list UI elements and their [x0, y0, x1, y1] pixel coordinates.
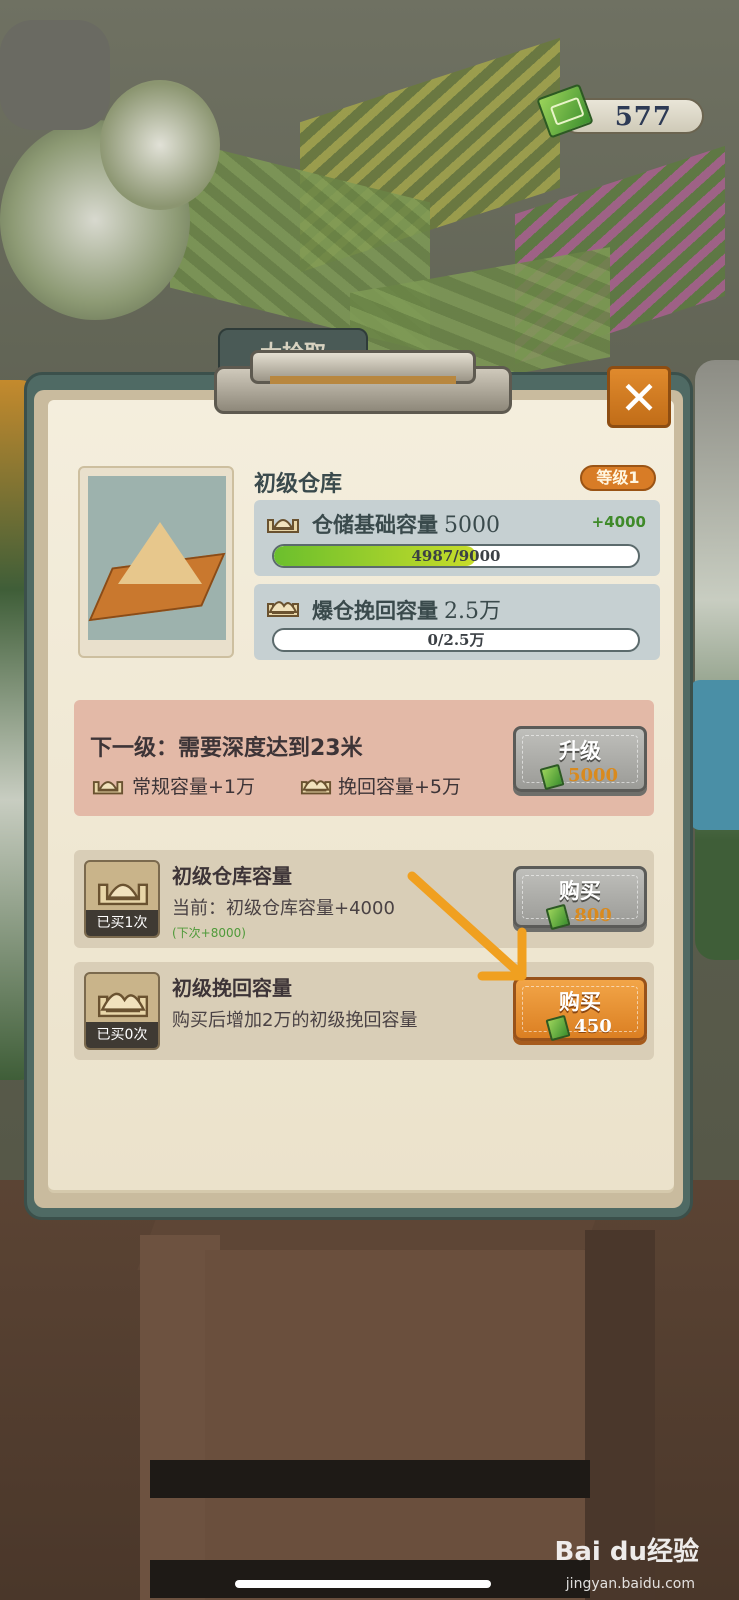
buy-price: 450	[574, 1016, 612, 1037]
upgrade-price: 5000	[567, 765, 619, 786]
stat-value: 2.5万	[444, 599, 501, 624]
upgrade-label: 升级	[559, 739, 601, 763]
sand-pile	[118, 522, 202, 584]
pile-icon	[267, 519, 299, 533]
dig-block-front	[205, 1250, 585, 1600]
overflow-progress-bar: 0/2.5万	[272, 628, 640, 652]
home-indicator[interactable]	[235, 1580, 491, 1588]
arrow-pointer-icon	[407, 871, 527, 981]
stat-base-capacity: 仓储基础容量 5000 +4000 4987/9000	[254, 500, 660, 576]
cash-icon	[539, 763, 565, 790]
clipboard-clip-band	[270, 376, 456, 384]
rock	[0, 20, 110, 130]
stat-value: 5000	[444, 513, 500, 538]
next-level-requirement: 下一级：需要深度达到23米	[90, 736, 363, 761]
capacity-progress-bar: 4987/9000	[272, 544, 640, 568]
progress-text: 0/2.5万	[427, 631, 485, 649]
shop-item-name: 初级挽回容量	[172, 976, 292, 1000]
close-icon: ✕	[619, 371, 659, 425]
warehouse-image	[78, 466, 234, 658]
shop-item-desc: 购买后增加2万的初级挽回容量	[172, 1010, 418, 1031]
shop-item-next: (下次+8000)	[172, 926, 246, 940]
shop-item-thumb: 已买0次	[84, 972, 160, 1050]
warehouse-illustration	[88, 476, 226, 640]
stat-label: 爆仓挽回容量 2.5万	[312, 599, 501, 624]
shop-item-name: 初级仓库容量	[172, 864, 292, 888]
pile-icon	[97, 883, 149, 906]
stat-bonus: +4000	[591, 513, 646, 531]
snowy-tree-right	[695, 360, 739, 960]
baidu-watermark-url: jingyan.baidu.com	[565, 1576, 695, 1592]
progress-text: 4987/9000	[411, 547, 501, 565]
cash-icon	[545, 1014, 571, 1041]
pile-icon	[92, 781, 124, 795]
currency-value: 577	[614, 102, 672, 132]
warehouse-name: 初级仓库	[254, 472, 343, 497]
next-benefit-overflow: 挽回容量+5万	[338, 776, 462, 798]
next-benefit-capacity: 常规容量+1万	[132, 776, 256, 798]
buy-price: 800	[574, 905, 612, 926]
pond	[690, 680, 739, 830]
overflow-pile-icon	[97, 992, 149, 1018]
upgrade-button[interactable]: 升级 5000	[513, 726, 647, 792]
dig-block-stripe	[150, 1460, 590, 1498]
purchase-count: 已买1次	[86, 910, 158, 936]
stat-label: 仓储基础容量 5000	[312, 513, 500, 538]
shop-item-desc: 当前：初级仓库容量+4000	[172, 898, 395, 919]
overflow-pile-icon	[267, 601, 299, 617]
baidu-watermark: Bai du经验	[554, 1537, 699, 1567]
close-button[interactable]: ✕	[607, 366, 671, 428]
level-badge: 等级1	[580, 465, 656, 491]
purchase-count: 已买0次	[86, 1022, 158, 1048]
shop-item-thumb: 已买1次	[84, 860, 160, 938]
stat-overflow-capacity: 爆仓挽回容量 2.5万 0/2.5万	[254, 584, 660, 660]
overflow-pile-icon	[300, 779, 332, 795]
dig-block-stripe	[150, 1560, 590, 1598]
snowy-tree-2	[100, 80, 220, 210]
